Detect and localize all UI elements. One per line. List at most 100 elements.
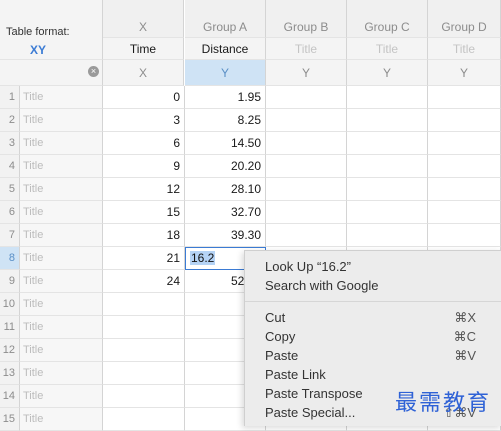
row-title[interactable]: Title bbox=[20, 362, 103, 385]
row-number[interactable]: 14 bbox=[0, 385, 20, 408]
empty-cell[interactable] bbox=[266, 155, 347, 178]
column-top-strip bbox=[347, 0, 428, 16]
row-number[interactable]: 12 bbox=[0, 339, 20, 362]
row-number[interactable]: 9 bbox=[0, 270, 20, 293]
empty-cell[interactable] bbox=[428, 224, 501, 247]
x-value-cell[interactable] bbox=[103, 385, 185, 408]
row-title[interactable]: Title bbox=[20, 201, 103, 224]
menu-item-copy[interactable]: Copy bbox=[265, 329, 295, 344]
row-title[interactable]: Title bbox=[20, 293, 103, 316]
empty-cell[interactable] bbox=[428, 178, 501, 201]
x-value-cell[interactable]: 15 bbox=[103, 201, 185, 224]
row-title[interactable]: Title bbox=[20, 224, 103, 247]
row-title[interactable]: Title bbox=[20, 270, 103, 293]
column-group-header[interactable]: Group A bbox=[185, 16, 266, 38]
row-title[interactable]: Title bbox=[20, 109, 103, 132]
y-value-cell[interactable]: 28.10 bbox=[185, 178, 266, 201]
x-value-cell[interactable] bbox=[103, 339, 185, 362]
empty-cell[interactable] bbox=[266, 201, 347, 224]
empty-cell[interactable] bbox=[428, 155, 501, 178]
empty-cell[interactable] bbox=[266, 224, 347, 247]
row-title[interactable]: Title bbox=[20, 247, 103, 270]
empty-cell[interactable] bbox=[428, 109, 501, 132]
empty-cell[interactable] bbox=[266, 132, 347, 155]
row-title[interactable]: Title bbox=[20, 155, 103, 178]
column-group-header[interactable]: X bbox=[103, 16, 184, 38]
row-number[interactable]: 2 bbox=[0, 109, 20, 132]
x-value-cell[interactable]: 24 bbox=[103, 270, 185, 293]
menu-item-search-google[interactable]: Search with Google bbox=[265, 278, 378, 293]
row-number[interactable]: 3 bbox=[0, 132, 20, 155]
row-number[interactable]: 6 bbox=[0, 201, 20, 224]
row-number[interactable]: 1 bbox=[0, 86, 20, 109]
empty-cell[interactable] bbox=[347, 132, 428, 155]
table-format-value: XY bbox=[30, 43, 47, 57]
row-number[interactable]: 13 bbox=[0, 362, 20, 385]
row-title[interactable]: Title bbox=[20, 178, 103, 201]
y-value-cell[interactable]: 20.20 bbox=[185, 155, 266, 178]
y-value-cell[interactable]: 1.95 bbox=[185, 86, 266, 109]
empty-cell[interactable] bbox=[347, 201, 428, 224]
column-type-label: Y bbox=[428, 60, 501, 86]
column-top-strip bbox=[185, 0, 266, 16]
y-value-cell[interactable]: 32.70 bbox=[185, 201, 266, 224]
y-value-cell[interactable]: 39.30 bbox=[185, 224, 266, 247]
row-title[interactable]: Title bbox=[20, 339, 103, 362]
x-value-cell[interactable]: 12 bbox=[103, 178, 185, 201]
column-group-header[interactable]: Group B bbox=[266, 16, 347, 38]
row-number[interactable]: 15 bbox=[0, 408, 20, 431]
menu-separator bbox=[245, 301, 501, 302]
row-number[interactable]: 8 bbox=[0, 247, 20, 270]
x-value-cell[interactable]: 18 bbox=[103, 224, 185, 247]
empty-cell[interactable] bbox=[428, 132, 501, 155]
x-value-cell[interactable]: 9 bbox=[103, 155, 185, 178]
x-value-cell[interactable] bbox=[103, 362, 185, 385]
empty-cell[interactable] bbox=[347, 178, 428, 201]
menu-item-paste-transpose[interactable]: Paste Transpose bbox=[265, 386, 363, 401]
row-number[interactable]: 10 bbox=[0, 293, 20, 316]
column-title[interactable]: Title bbox=[428, 38, 501, 60]
menu-item-paste-link[interactable]: Paste Link bbox=[265, 367, 326, 382]
empty-cell[interactable] bbox=[266, 109, 347, 132]
x-value-cell[interactable] bbox=[103, 408, 185, 431]
row-title[interactable]: Title bbox=[20, 385, 103, 408]
empty-cell[interactable] bbox=[347, 86, 428, 109]
y-value-cell[interactable]: 8.25 bbox=[185, 109, 266, 132]
row-title[interactable]: Title bbox=[20, 132, 103, 155]
row-title[interactable]: Title bbox=[20, 408, 103, 431]
menu-item-look-up[interactable]: Look Up “16.2” bbox=[265, 259, 351, 274]
empty-cell[interactable] bbox=[347, 155, 428, 178]
row-number[interactable]: 5 bbox=[0, 178, 20, 201]
table-format-box[interactable]: Table format: XY bbox=[0, 16, 103, 60]
x-value-cell[interactable]: 21 bbox=[103, 247, 185, 270]
x-value-cell[interactable]: 0 bbox=[103, 86, 185, 109]
row-number[interactable]: 4 bbox=[0, 155, 20, 178]
menu-item-paste-special[interactable]: Paste Special... bbox=[265, 405, 355, 420]
empty-cell[interactable] bbox=[428, 86, 501, 109]
row-number[interactable]: 11 bbox=[0, 316, 20, 339]
column-title[interactable]: Title bbox=[347, 38, 428, 60]
clear-icon[interactable]: × bbox=[88, 66, 99, 77]
empty-cell[interactable] bbox=[347, 224, 428, 247]
empty-cell[interactable] bbox=[266, 86, 347, 109]
column-type-label: Y bbox=[266, 60, 347, 86]
row-title[interactable]: Title bbox=[20, 86, 103, 109]
row-number[interactable]: 7 bbox=[0, 224, 20, 247]
x-value-cell[interactable]: 3 bbox=[103, 109, 185, 132]
column-title[interactable]: Title bbox=[266, 38, 347, 60]
empty-cell[interactable] bbox=[266, 178, 347, 201]
x-value-cell[interactable] bbox=[103, 293, 185, 316]
cell-editor-text[interactable]: 16.2 bbox=[190, 251, 216, 265]
menu-item-cut[interactable]: Cut bbox=[265, 310, 285, 325]
column-group-header[interactable]: Group C bbox=[347, 16, 428, 38]
y-value-cell[interactable]: 14.50 bbox=[185, 132, 266, 155]
empty-cell[interactable] bbox=[428, 201, 501, 224]
column-group-header[interactable]: Group D bbox=[428, 16, 501, 38]
menu-item-paste[interactable]: Paste bbox=[265, 348, 298, 363]
column-title[interactable]: Time bbox=[103, 38, 184, 60]
row-title[interactable]: Title bbox=[20, 316, 103, 339]
x-value-cell[interactable]: 6 bbox=[103, 132, 185, 155]
empty-cell[interactable] bbox=[347, 109, 428, 132]
column-title[interactable]: Distance bbox=[185, 38, 266, 60]
x-value-cell[interactable] bbox=[103, 316, 185, 339]
